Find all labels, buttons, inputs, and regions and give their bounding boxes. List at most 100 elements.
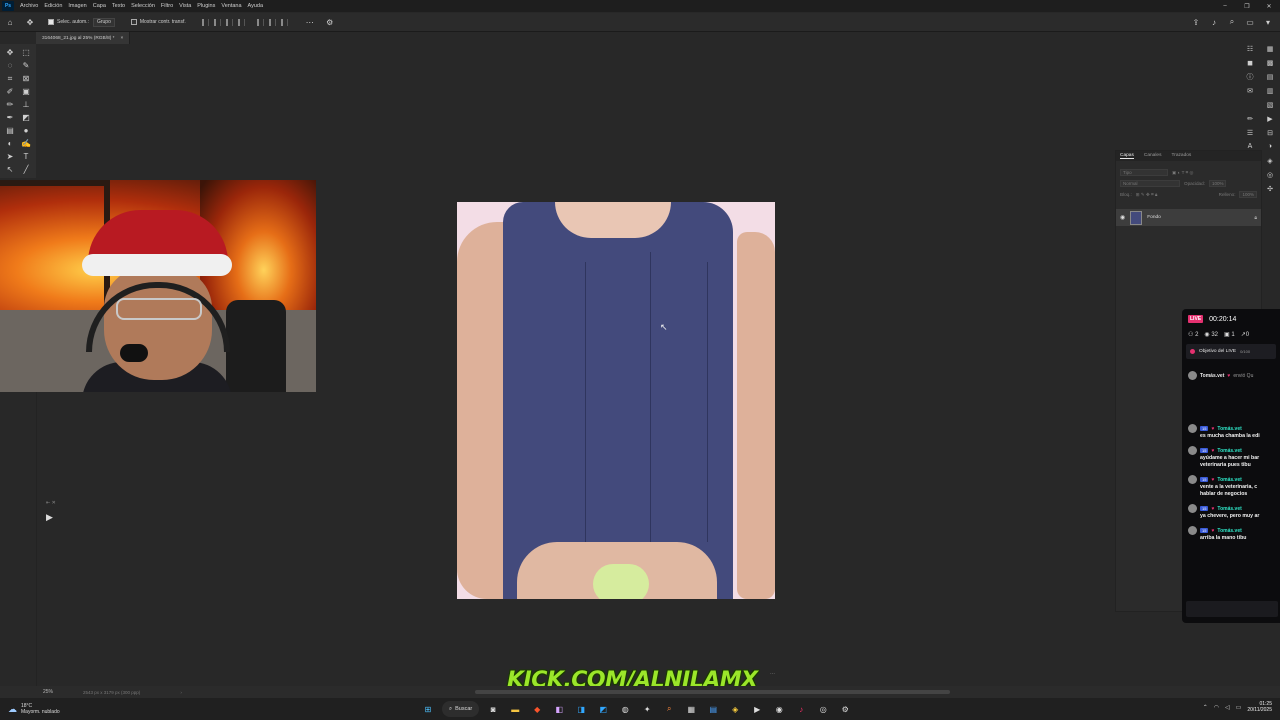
brush-icon[interactable]: ✏ <box>2 98 18 111</box>
tiktok-icon[interactable]: ♪ <box>793 701 809 717</box>
path-select-icon[interactable]: ➤ <box>2 150 18 163</box>
stack-icon[interactable]: ◈ <box>727 701 743 717</box>
camera-icon[interactable]: ◙ <box>485 701 501 717</box>
channels-icon[interactable]: ◎ <box>1266 170 1275 179</box>
notifications-icon[interactable]: ♪ <box>1208 16 1220 28</box>
maximize-icon[interactable]: ❐ <box>1236 0 1258 12</box>
align-center-icon[interactable] <box>213 18 221 26</box>
tab-canales[interactable]: Canales <box>1144 153 1162 159</box>
menu-ayuda[interactable]: Ayuda <box>245 0 267 12</box>
workspace-menu-icon[interactable]: ▾ <box>1262 16 1274 28</box>
chat-username[interactable]: Tomás.vet <box>1217 506 1241 512</box>
auto-select-checkbox[interactable] <box>48 19 54 25</box>
marquee-icon[interactable]: ⬚ <box>18 46 34 59</box>
timeline-controls-icon[interactable]: ⇤ ✕ <box>46 500 56 506</box>
clock[interactable]: 01:25 20/11/2025 <box>1247 701 1272 713</box>
libraries-icon[interactable]: ▦ <box>1266 44 1275 53</box>
history-brush-icon[interactable]: ✒ <box>2 111 18 124</box>
gradients-icon[interactable]: ▤ <box>1266 72 1275 81</box>
chat-username[interactable]: Tomás.vet <box>1217 528 1241 534</box>
comments-icon[interactable]: ✉ <box>1246 86 1255 95</box>
blur-icon[interactable]: ● <box>18 124 34 137</box>
auto-select-dropdown[interactable]: Grupo <box>92 17 115 27</box>
layer-row-fondo[interactable]: ◉ Fondo 🔒︎ <box>1116 209 1261 226</box>
align-left-icon[interactable] <box>201 18 209 26</box>
battery-icon[interactable]: ▭ <box>1236 704 1242 711</box>
adjust-icon[interactable]: ☰ <box>1246 128 1255 137</box>
brush-settings-icon[interactable]: ✏ <box>1246 114 1255 123</box>
tab-capas[interactable]: Capas <box>1120 153 1134 159</box>
align-middle-icon[interactable] <box>268 18 276 26</box>
lasso-icon[interactable]: ◌ <box>2 59 18 72</box>
taskbar-search[interactable]: ⌕ Buscar <box>442 701 480 717</box>
stamp-icon[interactable]: ⊥ <box>18 98 34 111</box>
steam-icon[interactable]: ◍ <box>617 701 633 717</box>
distribute-icon[interactable] <box>237 18 245 26</box>
tray-chevron-icon[interactable]: ⌃ <box>1203 704 1208 711</box>
chat-username[interactable]: Tomás.vet <box>1217 448 1241 454</box>
align-top-icon[interactable] <box>256 18 264 26</box>
workspace-icon[interactable]: ▭ <box>1244 16 1256 28</box>
paths-icon[interactable]: ✣ <box>1266 184 1275 193</box>
layer-lock-icon[interactable]: 🔒︎ <box>1254 215 1257 221</box>
notes-icon[interactable]: ▤ <box>705 701 721 717</box>
search-app-icon[interactable]: ⌕ <box>661 701 677 717</box>
more-options-icon[interactable]: ⋯ <box>304 16 316 28</box>
menu-archivo[interactable]: Archivo <box>17 0 41 12</box>
layers-icon[interactable]: ◈ <box>1266 156 1275 165</box>
chat-username[interactable]: Tomás.vet <box>1217 477 1241 483</box>
swatches-icon[interactable]: ▩ <box>1266 58 1275 67</box>
lock-icons[interactable]: ⊞ ✎ ✥ ⌗ 🔒︎ <box>1136 192 1158 198</box>
transform-controls-checkbox[interactable] <box>130 19 137 25</box>
minimize-icon[interactable]: – <box>1214 0 1236 12</box>
close-icon[interactable]: ✕ <box>1258 0 1280 12</box>
fill-input[interactable]: 100% <box>1239 191 1257 198</box>
patterns-icon[interactable]: ▥ <box>1266 86 1275 95</box>
menu-vista[interactable]: Vista <box>176 0 194 12</box>
photoshop-taskbar-icon[interactable]: ◨ <box>573 701 589 717</box>
chat-input[interactable] <box>1186 601 1278 617</box>
wifi-icon[interactable]: ◠ <box>1214 704 1219 711</box>
blend-mode-select[interactable]: Normal <box>1120 180 1180 187</box>
close-tab-icon[interactable]: × <box>121 36 124 41</box>
styles-icon[interactable]: ▧ <box>1266 100 1275 109</box>
zoom-level[interactable]: 25% <box>43 689 53 695</box>
pen-icon[interactable]: ✍ <box>18 137 34 150</box>
lightroom-icon[interactable]: ◩ <box>595 701 611 717</box>
history-icon[interactable]: ⊟ <box>1266 128 1275 137</box>
menu-filtro[interactable]: Filtro <box>158 0 176 12</box>
search-icon[interactable]: ⌕ <box>1226 16 1238 28</box>
dodge-icon[interactable]: ◐ <box>2 137 18 150</box>
windows-start-icon[interactable]: ⊞ <box>420 701 436 717</box>
ctx-dots-icon[interactable]: ⋯ <box>770 671 775 677</box>
file-explorer-icon[interactable]: ▬ <box>507 701 523 717</box>
live-goal[interactable]: Objetivo del LIVE 0/100 <box>1186 344 1276 359</box>
media-icon[interactable]: ▶ <box>749 701 765 717</box>
align-bottom-icon[interactable] <box>280 18 288 26</box>
healing-icon[interactable]: ▣ <box>18 85 34 98</box>
canvas-image[interactable] <box>457 202 775 599</box>
move-icon[interactable]: ✥ <box>2 46 18 59</box>
menu-edicion[interactable]: Edición <box>41 0 65 12</box>
status-arrow-icon[interactable]: › <box>180 690 182 695</box>
settings-icon[interactable]: ⚙ <box>837 701 853 717</box>
tab-trazados[interactable]: Trazados <box>1171 153 1191 159</box>
menu-seleccion[interactable]: Selección <box>128 0 158 12</box>
type-icon[interactable]: T <box>18 150 34 163</box>
eyedropper-icon[interactable]: ✐ <box>2 85 18 98</box>
align-right-icon[interactable] <box>225 18 233 26</box>
brave-icon[interactable]: ◆ <box>529 701 545 717</box>
app-icon[interactable]: ✦ <box>639 701 655 717</box>
horizontal-scrollbar[interactable] <box>475 690 950 694</box>
eraser-icon[interactable]: ◩ <box>18 111 34 124</box>
weather-widget[interactable]: ☁ 18°C Mayorm. nublado <box>8 703 60 715</box>
play-icon[interactable]: ▶ <box>46 512 53 523</box>
share-icon[interactable]: ⇪ <box>1190 16 1202 28</box>
volume-icon[interactable]: ◁ <box>1225 704 1230 711</box>
properties-icon[interactable]: ☷ <box>1246 44 1255 53</box>
gradient-icon[interactable]: ▤ <box>2 124 18 137</box>
selection-arrow-icon[interactable]: ↖ <box>2 163 18 176</box>
obs-icon[interactable]: ◎ <box>815 701 831 717</box>
layer-filter-input[interactable]: Tipo <box>1120 169 1168 176</box>
info-icon[interactable]: ⓘ <box>1246 72 1255 81</box>
